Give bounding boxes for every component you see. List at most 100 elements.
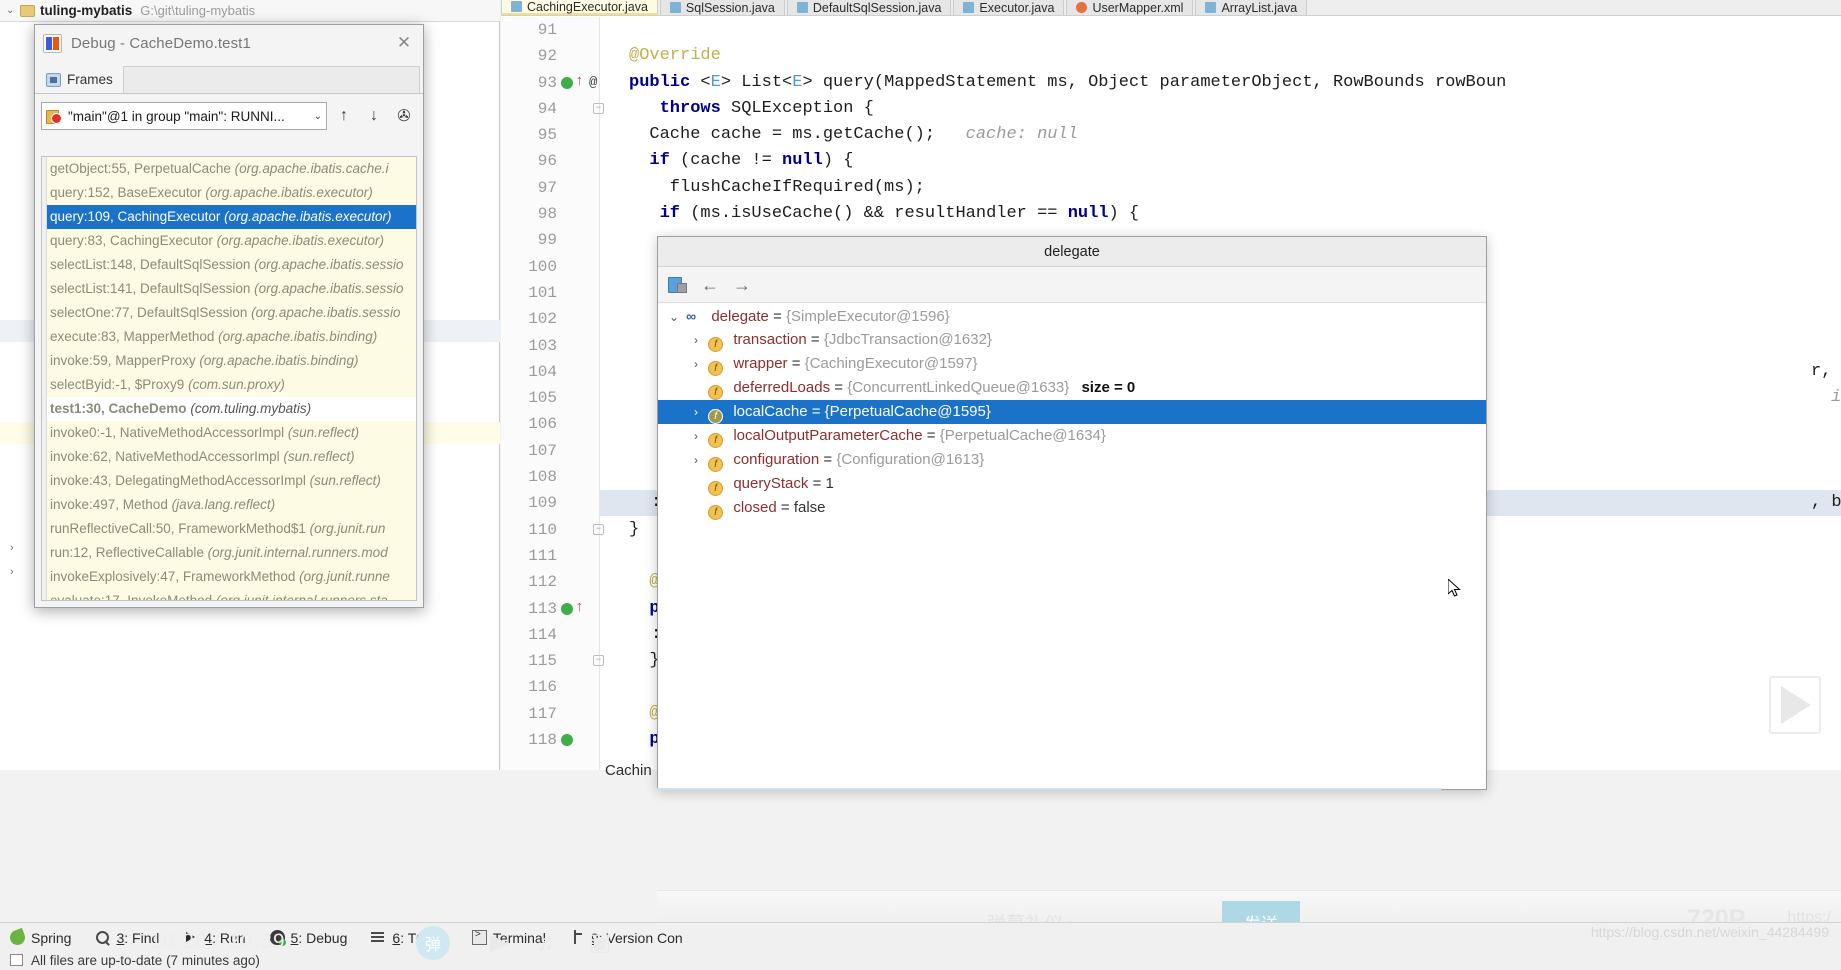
- panel-divider: [657, 788, 1441, 790]
- variable-row[interactable]: › f localOutputParameterCache = {Perpetu…: [658, 424, 1486, 448]
- project-name: tuling-mybatis: [40, 3, 133, 18]
- frame-row[interactable]: invoke:43, DelegatingMethodAccessorImpl …: [42, 469, 416, 493]
- twisty-icon[interactable]: ›: [688, 424, 704, 448]
- chevron-down-icon[interactable]: ⌄: [310, 111, 322, 122]
- variable-value: 1: [825, 475, 834, 492]
- line-number: 113: [528, 599, 557, 618]
- frame-method: invoke:59, MapperProxy: [50, 353, 196, 368]
- frame-row-user-code[interactable]: test1:30, CacheDemo (com.tuling.mybatis): [42, 397, 416, 421]
- frame-row[interactable]: invoke:497, Method (java.lang.reflect): [42, 493, 416, 517]
- frame-package: (org.apache.ibatis.sessio: [251, 305, 401, 320]
- frames-icon: [46, 72, 61, 87]
- breakpoint-icon[interactable]: [561, 76, 573, 89]
- move-down-button[interactable]: ↓: [361, 103, 387, 129]
- twisty-icon[interactable]: ›: [688, 352, 704, 376]
- code-text: flushCacheIfRequired(ms);: [629, 177, 925, 197]
- search-icon: [95, 930, 110, 945]
- line-number: 102: [528, 310, 557, 329]
- editor-tab-3[interactable]: Executor.java: [953, 0, 1065, 15]
- toolwindow-label: Debug: [306, 929, 348, 946]
- editor-tab-5[interactable]: ArrayList.java: [1195, 0, 1308, 15]
- toolwindow-spring[interactable]: Spring: [7, 927, 72, 948]
- code-fold-icon[interactable]: −: [593, 523, 604, 535]
- frame-row[interactable]: invoke:59, MapperProxy (org.apache.ibati…: [42, 349, 416, 373]
- frame-row[interactable]: invoke:62, NativeMethodAccessorImpl (sun…: [42, 445, 416, 469]
- frame-package: (com.tuling.mybatis): [190, 401, 312, 416]
- variable-row-selected[interactable]: › f localCache = {PerpetualCache@1595}: [658, 400, 1486, 424]
- frame-row[interactable]: runReflectiveCall:50, FrameworkMethod$1 …: [42, 517, 416, 541]
- delegate-inspect-popup: delegate ← → ⌄ ∞ delegate = {SimpleExecu…: [657, 236, 1487, 790]
- collection-size: size = 0: [1081, 379, 1136, 396]
- frame-row-selected[interactable]: query:109, CachingExecutor (org.apache.i…: [42, 205, 416, 229]
- frame-row[interactable]: evaluate:17, InvokeMethod (org.junit.int…: [42, 589, 416, 600]
- frame-row[interactable]: query:152, BaseExecutor (org.apache.ibat…: [42, 181, 416, 205]
- thread-toolbar: "main"@1 in group "main": RUNNI... ⌄ ↑ ↓…: [41, 101, 417, 131]
- project-collapse-chevron-icon[interactable]: ⌄: [6, 5, 18, 16]
- frame-package: (java.lang.reflect): [171, 497, 276, 512]
- variable-row[interactable]: › f configuration = {Configuration@1613}: [658, 448, 1486, 472]
- twisty-icon[interactable]: ›: [688, 400, 704, 424]
- code-text-fragment: , boundS: [1811, 493, 1841, 513]
- breakpoint-icon[interactable]: [561, 602, 573, 615]
- code-line: 97 flushCacheIfRequired(ms);: [501, 175, 1841, 201]
- tree-expand-chevron-icon[interactable]: ›: [10, 542, 14, 554]
- variable-row[interactable]: › f transaction = {JdbcTransaction@1632}: [658, 328, 1486, 352]
- frame-row[interactable]: selectList:148, DefaultSqlSession (org.a…: [42, 253, 416, 277]
- field-icon: f: [708, 337, 724, 352]
- editor-tab-2[interactable]: DefaultSqlSession.java: [786, 0, 952, 15]
- set-value-frame-icon[interactable]: [668, 276, 687, 293]
- editor-tab-4[interactable]: UserMapper.xml: [1066, 0, 1194, 15]
- code-fold-icon[interactable]: −: [593, 655, 604, 667]
- todo-list-icon: [371, 930, 386, 945]
- frame-package: (org.apache.ibatis.executor): [205, 185, 373, 200]
- thread-selector[interactable]: "main"@1 in group "main": RUNNI... ⌄: [41, 102, 327, 130]
- java-file-icon: [669, 2, 681, 13]
- filter-button[interactable]: ✇: [391, 103, 417, 129]
- ide-window: ⌄ tuling-mybatis G:\git\tuling-mybatis ›…: [0, 0, 1841, 970]
- tree-expand-chevron-icon[interactable]: ›: [10, 566, 14, 578]
- toolwindow-label: Spring: [31, 929, 72, 946]
- inline-value-hint: cache: null: [965, 125, 1078, 145]
- editor-tab-0[interactable]: CachingExecutor.java: [501, 0, 658, 15]
- frame-package: (org.apache.ibatis.cache.i: [234, 161, 389, 176]
- twisty-icon[interactable]: ⌄: [666, 305, 682, 329]
- variables-tree[interactable]: ⌄ ∞ delegate = {SimpleExecutor@1596} › f…: [658, 304, 1486, 789]
- frame-row[interactable]: invoke0:-1, NativeMethodAccessorImpl (su…: [42, 421, 416, 445]
- method-override-arrow-icon[interactable]: ↑: [575, 599, 584, 616]
- method-override-arrow-icon[interactable]: ↑: [575, 73, 584, 90]
- close-icon[interactable]: ✕: [395, 34, 413, 52]
- frame-row[interactable]: selectByid:-1, $Proxy9 (com.sun.proxy): [42, 373, 416, 397]
- forward-arrow-icon[interactable]: →: [733, 276, 751, 294]
- editor-tab-label: UserMapper.xml: [1092, 0, 1184, 15]
- variable-row[interactable]: f queryStack = 1: [658, 472, 1486, 496]
- move-up-button[interactable]: ↑: [331, 103, 357, 129]
- frames-scrollbar[interactable]: [42, 157, 47, 600]
- twisty-icon[interactable]: ›: [688, 328, 704, 352]
- play-icon[interactable]: [1781, 686, 1811, 724]
- twisty-icon[interactable]: ›: [688, 448, 704, 472]
- tab-frames[interactable]: Frames: [38, 66, 121, 93]
- line-number: 98: [537, 205, 557, 224]
- frames-list[interactable]: getObject:55, PerpetualCache (org.apache…: [41, 156, 417, 601]
- frame-row[interactable]: query:83, CachingExecutor (org.apache.ib…: [42, 229, 416, 253]
- frame-package: (org.junit.run: [309, 521, 386, 536]
- variable-row[interactable]: f deferredLoads = {ConcurrentLinkedQueue…: [658, 376, 1486, 400]
- code-fold-icon[interactable]: −: [593, 102, 604, 114]
- debug-tab-caching-label[interactable]: Cachin: [605, 762, 652, 779]
- spring-icon: [7, 927, 28, 948]
- frame-row[interactable]: invokeExplosively:47, FrameworkMethod (o…: [42, 565, 416, 589]
- editor-tab-1[interactable]: SqlSession.java: [659, 0, 785, 15]
- frame-row[interactable]: selectOne:77, DefaultSqlSession (org.apa…: [42, 301, 416, 325]
- frame-row[interactable]: run:12, ReflectiveCallable (org.junit.in…: [42, 541, 416, 565]
- variable-row[interactable]: f closed = false: [658, 496, 1486, 520]
- frame-row[interactable]: selectList:141, DefaultSqlSession (org.a…: [42, 277, 416, 301]
- variable-row[interactable]: › f wrapper = {CachingExecutor@1597}: [658, 352, 1486, 376]
- field-icon: f: [708, 481, 724, 496]
- frame-row[interactable]: execute:83, MapperMethod (org.apache.iba…: [42, 325, 416, 349]
- variable-row[interactable]: ⌄ ∞ delegate = {SimpleExecutor@1596}: [658, 304, 1486, 328]
- back-arrow-icon[interactable]: ←: [701, 276, 719, 294]
- breakpoint-icon[interactable]: [561, 734, 573, 747]
- danmu-badge-icon[interactable]: 弹: [416, 926, 450, 960]
- frame-method: invoke:497, Method: [50, 497, 168, 512]
- frame-row[interactable]: getObject:55, PerpetualCache (org.apache…: [42, 157, 416, 181]
